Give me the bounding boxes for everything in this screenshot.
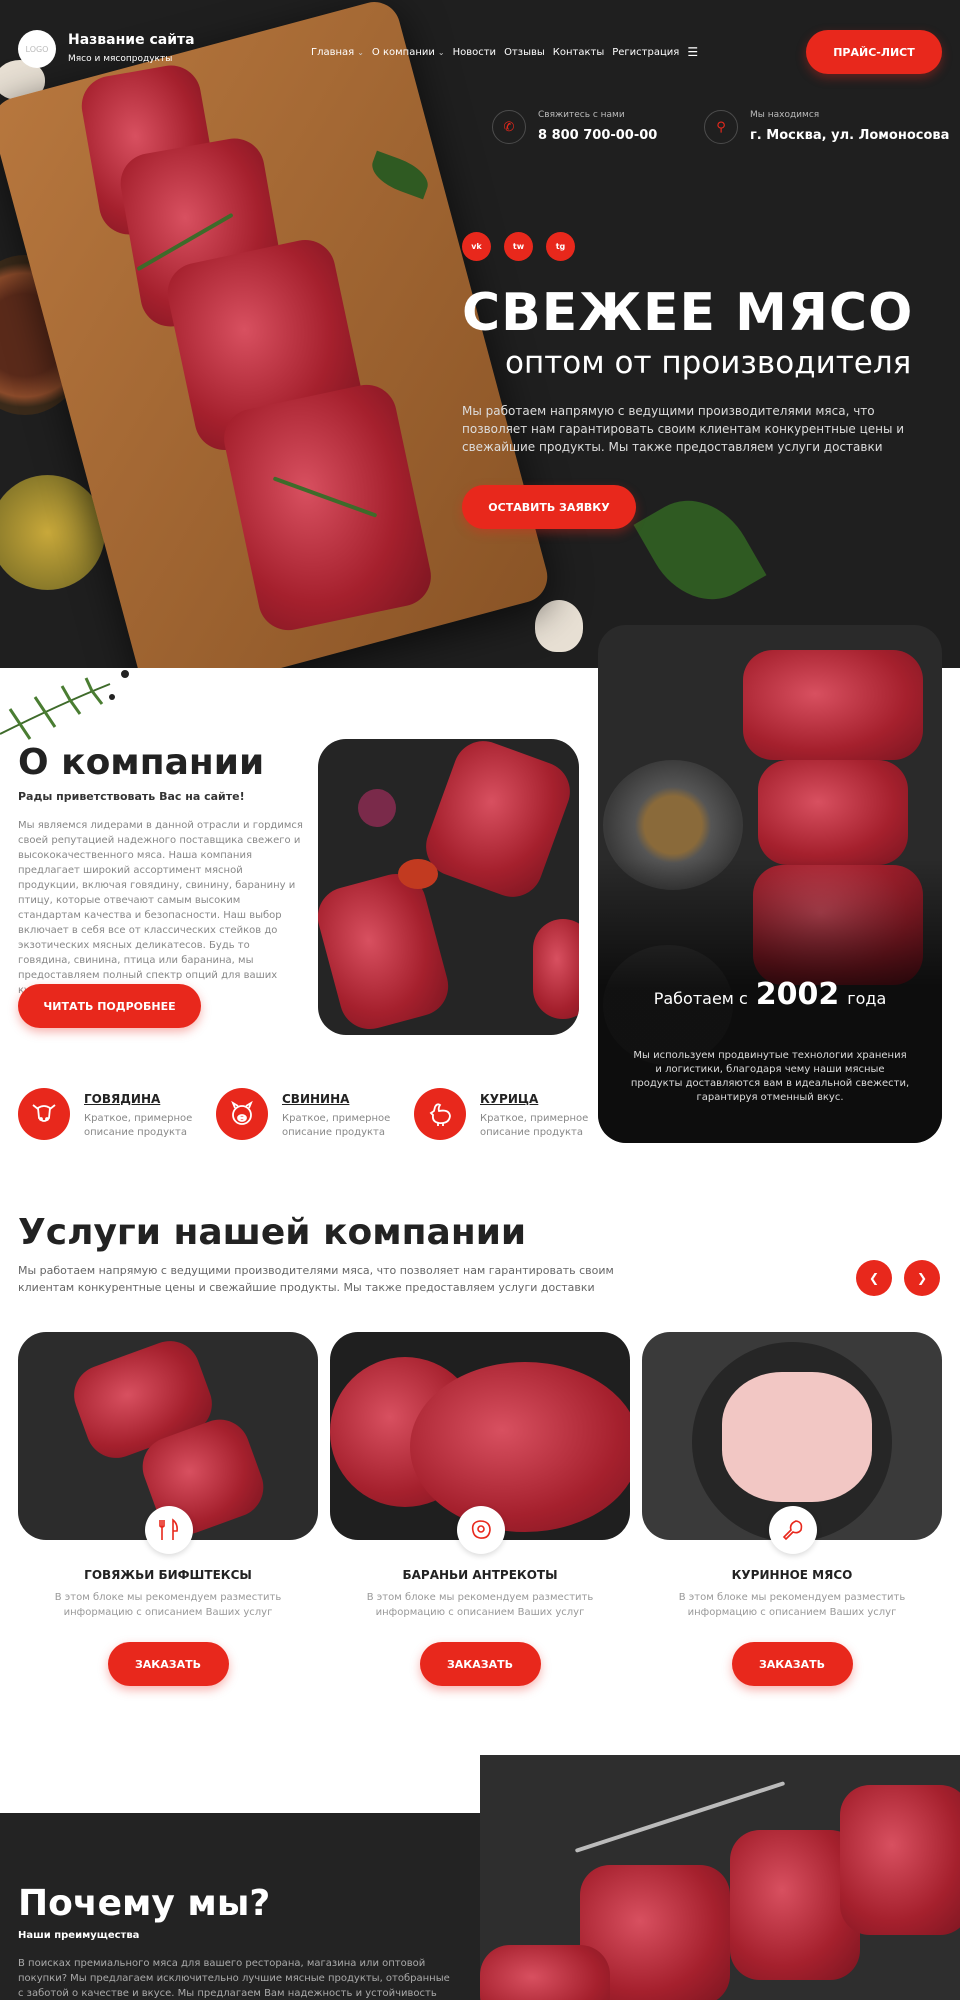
vk-icon[interactable]: vk	[462, 232, 491, 261]
tbone-steak-image	[318, 867, 455, 1035]
nav-item-reviews[interactable]: Отзывы	[504, 47, 545, 58]
since-year-card: Работаем с 2002 года Мы используем продв…	[598, 625, 942, 1143]
rosemary-icon	[0, 670, 129, 740]
contact-address: ⚲ Мы находимся г. Москва, ул. Ломоносова	[704, 110, 949, 144]
chicken-legs-image	[722, 1372, 872, 1502]
site-tagline: Мясо и мясопродукты	[68, 54, 173, 64]
contact-address-value: г. Москва, ул. Ломоносова	[750, 128, 950, 143]
since-year: Работаем с 2002 года	[598, 977, 942, 1012]
service-desc: В этом блоке мы рекомендуем разместить и…	[366, 1592, 594, 1618]
hero-text: Мы работаем напрямую с ведущими производ…	[462, 404, 905, 454]
category-beef[interactable]: ГОВЯДИНА Краткое, примерное описание про…	[18, 1088, 216, 1140]
why-meat-image	[480, 1755, 960, 2000]
spice-bowl-image	[398, 859, 438, 889]
why-text: В поисках премиального мяса для вашего р…	[18, 1958, 450, 1999]
order-button[interactable]: ЗАКАЗАТЬ	[731, 1642, 853, 1686]
category-pork[interactable]: СВИНИНА Краткое, примерное описание прод…	[216, 1088, 414, 1140]
contact-phone-value[interactable]: 8 800 700-00-00	[538, 128, 657, 143]
page: LOGO Название сайта Мясо и мясопродукты …	[0, 0, 960, 2000]
tbone-steak-image	[417, 739, 579, 906]
price-list-button[interactable]: ПРАЙС-ЛИСТ	[806, 30, 942, 74]
about-meat-image	[318, 739, 579, 1035]
service-card: БАРАНЬИ АНТРЕКОТЫ В этом блоке мы рекоме…	[330, 1332, 630, 1686]
nav-item-news[interactable]: Новости	[453, 47, 496, 58]
services-text: Мы работаем напрямую с ведущими производ…	[18, 1264, 614, 1294]
menu-icon[interactable]: ☰	[687, 45, 698, 59]
contact-phone: ✆ Свяжитесь с нами 8 800 700-00-00	[492, 110, 657, 144]
nav-item-contacts[interactable]: Контакты	[553, 47, 604, 58]
chicken-icon	[414, 1088, 466, 1140]
steak-icon	[457, 1506, 505, 1554]
basil-leaf-image	[633, 479, 767, 621]
why-subtitle: Наши преимущества	[18, 1930, 140, 1941]
category-name[interactable]: СВИНИНА	[282, 1092, 414, 1106]
cow-icon	[18, 1088, 70, 1140]
site-name[interactable]: Название сайта	[68, 32, 195, 48]
category-chicken[interactable]: КУРИЦА Краткое, примерное описание проду…	[414, 1088, 612, 1140]
nav-label: О компании	[371, 46, 435, 58]
steak-image	[480, 1945, 610, 2000]
nav-label: Главная	[311, 46, 355, 58]
location-icon: ⚲	[704, 110, 738, 144]
services-title: Услуги нашей компании	[18, 1212, 527, 1253]
prev-arrow-icon[interactable]: ❮	[856, 1260, 892, 1296]
chicken-leg-icon	[769, 1506, 817, 1554]
service-name: БАРАНЬИ АНТРЕКОТЫ	[402, 1568, 558, 1582]
social-links: vk tw tg	[462, 232, 575, 261]
pig-icon	[216, 1088, 268, 1140]
order-button[interactable]: ЗАКАЗАТЬ	[107, 1642, 229, 1686]
category-desc: Краткое, примерное описание продукта	[282, 1113, 391, 1138]
phone-icon: ✆	[492, 110, 526, 144]
garlic-image	[535, 600, 583, 652]
about-subtitle: Рады приветствовать Вас на сайте!	[18, 790, 245, 803]
twitter-icon[interactable]: tw	[504, 232, 533, 261]
why-title: Почему мы?	[18, 1883, 271, 1924]
category-desc: Краткое, примерное описание продукта	[480, 1113, 589, 1138]
category-name[interactable]: ГОВЯДИНА	[84, 1092, 216, 1106]
about-title: О компании	[18, 742, 265, 783]
steak-image	[410, 1362, 630, 1532]
since-year-prefix: Работаем с	[653, 989, 748, 1008]
hero-title: СВЕЖЕЕ МЯСО	[462, 283, 914, 343]
nav-item-home[interactable]: Главная ⌄	[311, 47, 364, 58]
chevron-down-icon: ⌄	[437, 47, 445, 57]
since-year-suffix: года	[847, 989, 887, 1008]
onion-image	[358, 789, 396, 827]
telegram-icon[interactable]: tg	[546, 232, 575, 261]
service-name: КУРИННОЕ МЯСО	[731, 1568, 853, 1582]
order-button[interactable]: ЗАКАЗАТЬ	[419, 1642, 541, 1686]
logo[interactable]: LOGO	[18, 30, 56, 68]
nav-item-about[interactable]: О компании ⌄	[372, 47, 445, 58]
next-arrow-icon[interactable]: ❯	[904, 1260, 940, 1296]
cutlery-icon	[145, 1506, 193, 1554]
category-desc: Краткое, примерное описание продукта	[84, 1113, 193, 1138]
hero-subtitle: оптом от производителя	[505, 345, 912, 381]
contact-phone-label: Свяжитесь с нами	[538, 110, 625, 120]
hero-section: LOGO Название сайта Мясо и мясопродукты …	[0, 0, 960, 668]
service-card: ГОВЯЖЬИ БИФШТЕКСЫ В этом блоке мы рекоме…	[18, 1332, 318, 1686]
service-desc: В этом блоке мы рекомендуем разместить и…	[678, 1592, 906, 1618]
since-year-number: 2002	[755, 977, 840, 1012]
steak-image	[840, 1785, 960, 1935]
since-year-text: Мы используем продвинутые технологии хра…	[630, 1050, 910, 1103]
chevron-down-icon: ⌄	[357, 47, 364, 57]
oil-bowl	[0, 475, 105, 590]
product-categories: ГОВЯДИНА Краткое, примерное описание про…	[18, 1088, 612, 1140]
header: LOGO Название сайта Мясо и мясопродукты …	[0, 0, 960, 110]
steak-image	[533, 919, 579, 1019]
contact-address-label: Мы находимся	[750, 110, 820, 120]
read-more-button[interactable]: ЧИТАТЬ ПОДРОБНЕЕ	[18, 984, 201, 1028]
nav-item-register[interactable]: Регистрация	[612, 47, 679, 58]
leave-request-button[interactable]: ОСТАВИТЬ ЗАЯВКУ	[462, 485, 636, 529]
category-name[interactable]: КУРИЦА	[480, 1092, 612, 1106]
service-name: ГОВЯЖЬИ БИФШТЕКСЫ	[84, 1568, 252, 1582]
about-text: Мы являемся лидерами в данной отрасли и …	[18, 820, 303, 996]
service-card: КУРИННОЕ МЯСО В этом блоке мы рекомендуе…	[642, 1332, 942, 1686]
service-desc: В этом блоке мы рекомендуем разместить и…	[54, 1592, 282, 1618]
main-nav: Главная ⌄ О компании ⌄ Новости Отзывы Конт…	[311, 45, 698, 59]
